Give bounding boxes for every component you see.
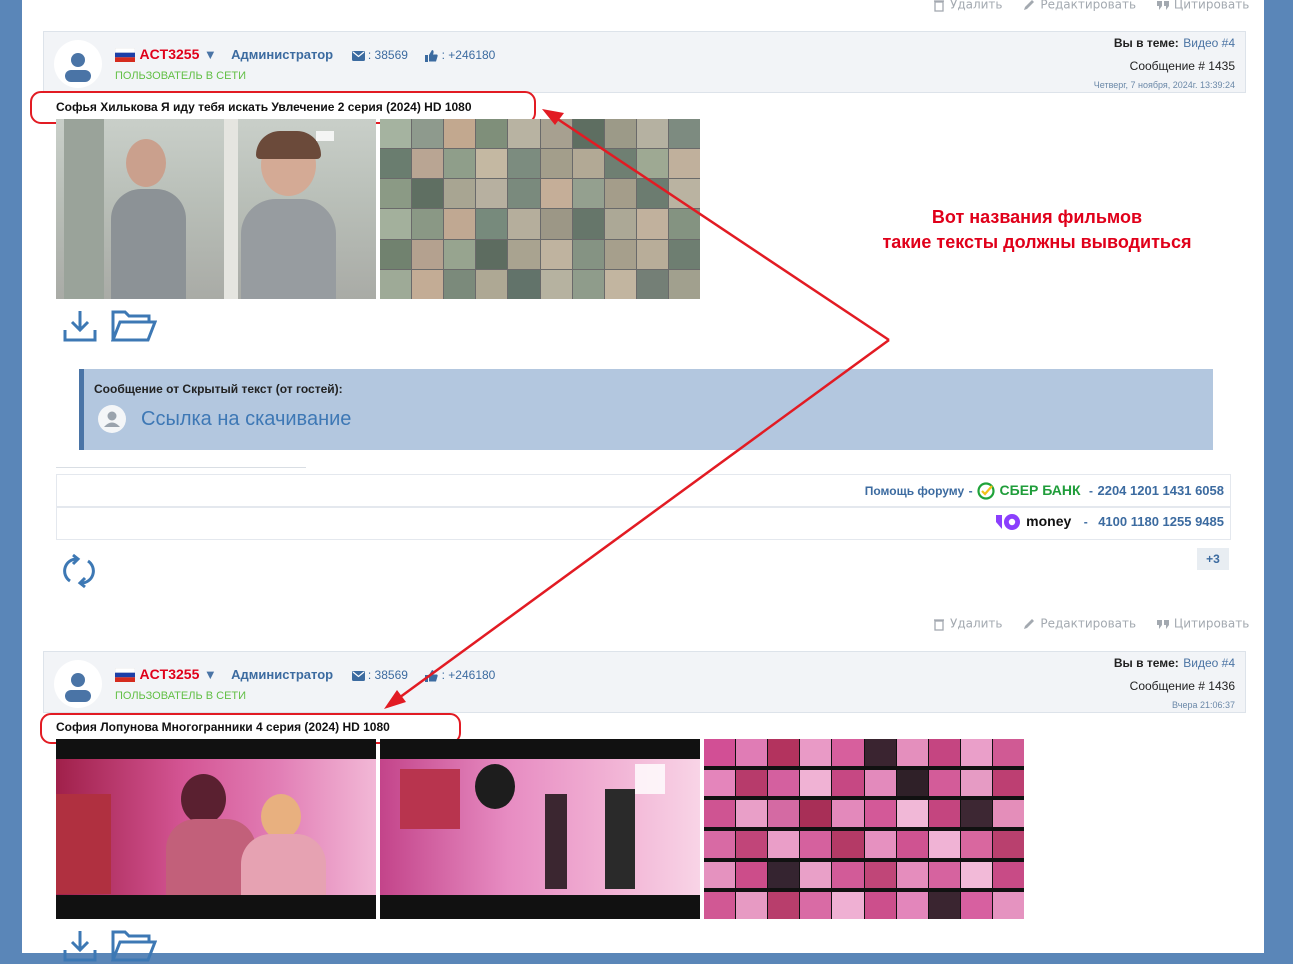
annotation-arrows <box>384 109 890 709</box>
forum-page: Удалить Редактировать Цитировать ACT3255… <box>22 0 1264 962</box>
